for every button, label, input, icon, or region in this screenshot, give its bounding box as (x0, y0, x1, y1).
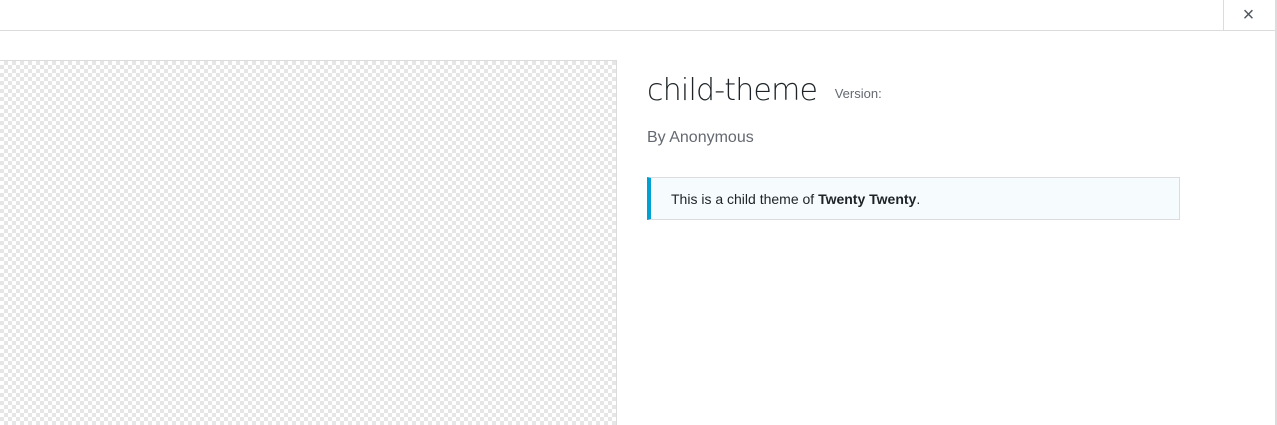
modal-header-bar: × (0, 0, 1275, 31)
theme-info-panel: child-theme Version: By Anonymous This i… (647, 70, 1180, 220)
theme-screenshot-placeholder (0, 60, 617, 425)
theme-details-modal: × child-theme Version: By Anonymous This… (0, 0, 1277, 425)
theme-title: child-theme Version: (647, 70, 1180, 115)
parent-theme-notice: This is a child theme of Twenty Twenty. (647, 177, 1180, 220)
close-button[interactable]: × (1223, 0, 1273, 30)
theme-version: Version: (834, 86, 882, 101)
close-icon: × (1242, 4, 1255, 26)
theme-name: child-theme (647, 73, 818, 108)
notice-suffix: . (916, 190, 921, 207)
parent-theme-name: Twenty Twenty (818, 190, 917, 207)
notice-text: This is a child theme of Twenty Twenty. (671, 191, 920, 207)
theme-author: By Anonymous (647, 129, 754, 146)
notice-prefix: This is a child theme of (671, 190, 819, 207)
